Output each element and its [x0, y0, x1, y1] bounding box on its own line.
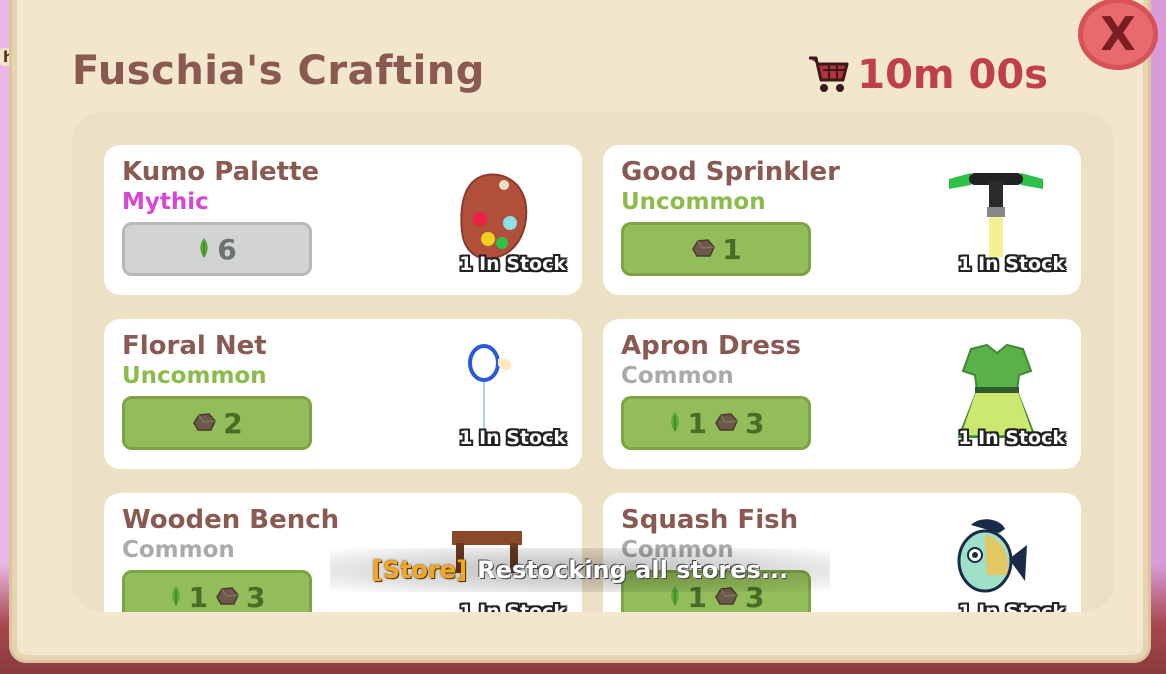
item-name: Squash Fish	[621, 505, 799, 535]
stock-count: 1 In Stock	[958, 427, 1065, 449]
item-card-good-sprinkler[interactable]: Good Sprinkler Uncommon 1 1 In Stock	[603, 145, 1081, 295]
leaf-icon	[668, 407, 682, 440]
items-grid[interactable]: Kumo Palette Mythic 6 1 In Stock Good Sprink…	[72, 112, 1114, 612]
cost-amount: 3	[246, 580, 266, 613]
stock-count: 1 In Stock	[459, 427, 566, 449]
item-card-floral-net[interactable]: Floral Net Uncommon 2 1 In Stock	[104, 319, 582, 469]
close-button[interactable]: X	[1078, 0, 1158, 70]
cost-amount: 6	[217, 232, 237, 266]
leaf-icon	[169, 581, 183, 613]
item-image	[442, 167, 552, 267]
rock-icon	[690, 233, 716, 266]
cost-amount: 1	[687, 406, 707, 440]
stock-count: 1 In Stock	[459, 253, 566, 275]
craft-price-button[interactable]: 6	[122, 222, 312, 276]
cost-amount: 1	[722, 232, 742, 266]
item-name: Floral Net	[122, 331, 267, 361]
item-rarity: Common	[621, 363, 734, 389]
rock-icon	[191, 407, 217, 440]
rock-icon	[214, 581, 240, 613]
craft-price-button[interactable]: 13	[122, 570, 312, 612]
item-name: Kumo Palette	[122, 157, 320, 187]
shopping-cart-icon	[805, 50, 851, 100]
item-image	[941, 515, 1051, 612]
stock-count: 1 In Stock	[958, 601, 1065, 612]
panel-title: Fuschia's Crafting	[72, 48, 485, 94]
leaf-icon	[197, 233, 211, 266]
notification-tag: [Store]	[371, 556, 468, 584]
stock-count: 1 In Stock	[958, 253, 1065, 275]
item-rarity: Common	[122, 537, 235, 563]
item-rarity: Uncommon	[122, 363, 267, 389]
restock-timer: 10m 00s	[805, 50, 1048, 100]
item-image	[941, 341, 1051, 441]
item-card-kumo-palette[interactable]: Kumo Palette Mythic 6 1 In Stock	[104, 145, 582, 295]
timer-text: 10m 00s	[857, 52, 1048, 98]
craft-price-button[interactable]: 13	[621, 396, 811, 450]
store-notification: [Store] Restocking all stores...	[330, 548, 830, 592]
cost-amount: 3	[745, 406, 765, 440]
item-image	[941, 167, 1051, 267]
item-rarity: Mythic	[122, 189, 209, 215]
item-image	[442, 341, 552, 441]
craft-price-button[interactable]: 2	[122, 396, 312, 450]
cost-amount: 2	[223, 406, 243, 440]
cost-amount: 1	[188, 580, 208, 613]
close-icon: X	[1100, 7, 1136, 61]
item-card-apron-dress[interactable]: Apron Dress Common 1 3 1 In Stock	[603, 319, 1081, 469]
rock-icon	[713, 407, 739, 440]
item-rarity: Uncommon	[621, 189, 766, 215]
stock-count: 1 In Stock	[459, 601, 566, 612]
item-name: Wooden Bench	[122, 505, 340, 535]
item-name: Apron Dress	[621, 331, 801, 361]
notification-message: Restocking all stores...	[477, 556, 789, 584]
craft-price-button[interactable]: 1	[621, 222, 811, 276]
item-name: Good Sprinkler	[621, 157, 840, 187]
